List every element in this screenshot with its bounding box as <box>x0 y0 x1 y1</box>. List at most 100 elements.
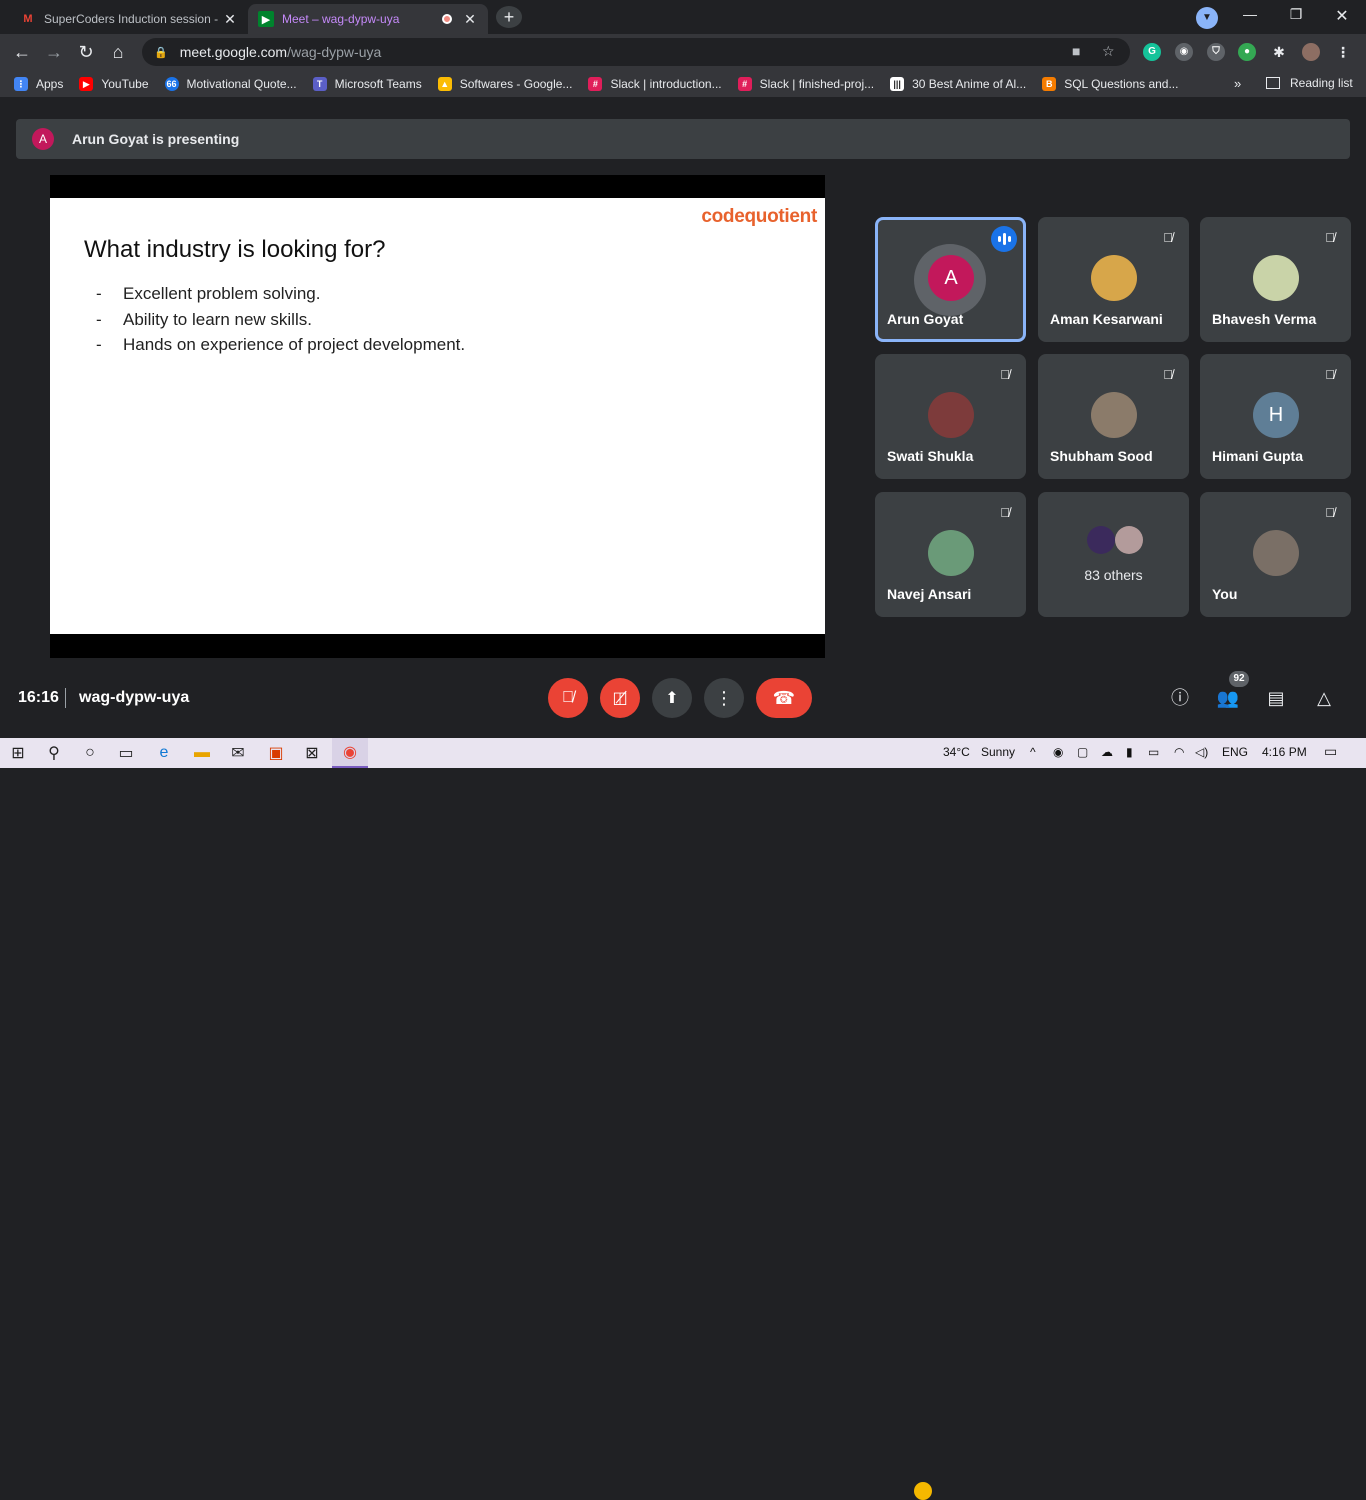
extension-icon[interactable]: ◉ <box>1175 43 1193 61</box>
shield-icon[interactable]: ⛉ <box>1207 43 1225 61</box>
cortana-icon[interactable]: ○ <box>72 738 108 768</box>
mic-toggle-button[interactable]: 🎙̸ <box>548 678 588 718</box>
mic-off-icon: 🎙̸ <box>1163 230 1173 245</box>
mic-off-icon: 🎙̸ <box>1325 367 1335 382</box>
tab-title: SuperCoders Induction session - <box>44 12 219 26</box>
windows-start-icon[interactable]: ⊞ <box>0 738 36 768</box>
show-hidden-icons-icon[interactable]: ^ <box>1030 745 1036 759</box>
avatar <box>1253 255 1299 301</box>
drive-icon: ▲ <box>437 76 452 91</box>
restore-icon[interactable]: ❐ <box>1276 6 1316 23</box>
participant-tile[interactable]: 🎙̸ H Himani Gupta <box>1200 354 1351 479</box>
weather-text[interactable]: Sunny <box>981 745 1015 759</box>
input-language[interactable]: ENG <box>1222 745 1248 759</box>
bookmark-item[interactable]: ▲ Softwares - Google... <box>437 76 572 91</box>
tray-app-icon[interactable]: ▢ <box>1077 745 1088 759</box>
participant-tile[interactable]: 🎙̸ Shubham Sood <box>1038 354 1189 479</box>
participant-tile[interactable]: 🎙̸ Bhavesh Verma <box>1200 217 1351 342</box>
new-tab-button[interactable]: + <box>496 6 522 28</box>
tab-gmail[interactable]: M SuperCoders Induction session - ✕ <box>10 4 248 34</box>
more-bookmarks-button[interactable]: » <box>1234 76 1241 91</box>
mic-off-icon: 🎙̸ <box>562 689 574 706</box>
cloud-icon[interactable]: ☁ <box>1101 745 1113 759</box>
tab-meet[interactable]: ▶ Meet – wag-dypw-uya ✕ <box>248 4 488 34</box>
participant-tile[interactable]: 🎙̸ Navej Ansari <box>875 492 1026 617</box>
bookmark-star-icon[interactable]: ☆ <box>1102 43 1115 60</box>
bookmark-item[interactable]: # Slack | introduction... <box>588 76 722 91</box>
edge-icon[interactable]: e <box>146 738 182 768</box>
home-icon[interactable]: ⌂ <box>106 42 130 63</box>
lock-icon: 🔒 <box>154 46 168 59</box>
mic-icon[interactable]: ▮ <box>1126 745 1133 759</box>
participant-tile[interactable]: 🎙̸ Aman Kesarwani <box>1038 217 1189 342</box>
leave-call-button[interactable]: ☎ <box>756 678 812 718</box>
activities-icon: △ <box>1317 688 1331 708</box>
avatar[interactable] <box>1302 43 1320 61</box>
store-icon[interactable]: ⊠ <box>294 738 330 768</box>
system-clock[interactable]: 4:16 PM <box>1262 745 1307 759</box>
mail-icon[interactable]: ✉ <box>220 738 256 768</box>
quote-icon: 66 <box>164 76 179 91</box>
teams-icon: T <box>312 76 327 91</box>
extension-icon[interactable]: ● <box>1238 43 1256 61</box>
avatar <box>1087 526 1115 554</box>
mic-off-icon: 🎙̸ <box>1325 230 1335 245</box>
mic-off-icon: 🎙̸ <box>1325 505 1335 520</box>
camera-toggle-button[interactable]: ◫̸ <box>600 678 640 718</box>
wifi-icon[interactable]: ◠ <box>1174 745 1184 759</box>
present-button[interactable]: ⬆ <box>652 678 692 718</box>
apps-grid-icon: ⋮ <box>14 76 28 91</box>
address-bar[interactable]: 🔒 meet.google.com/wag-dypw-uya ■ ☆ <box>142 38 1130 66</box>
battery-icon[interactable]: ▭ <box>1148 745 1159 759</box>
chrome-tray-icon[interactable]: ◉ <box>1053 745 1063 759</box>
forward-icon[interactable]: → <box>42 42 66 63</box>
people-button[interactable]: 👥 <box>1216 686 1240 710</box>
reload-icon[interactable]: ↻ <box>74 42 98 63</box>
bookmark-item[interactable]: # Slack | finished-proj... <box>737 76 874 91</box>
meeting-details-button[interactable]: ⓘ <box>1168 686 1192 710</box>
close-icon[interactable]: ✕ <box>462 11 478 28</box>
bookmark-item[interactable]: ||| 30 Best Anime of Al... <box>890 76 1026 91</box>
participant-name: Himani Gupta <box>1212 448 1304 464</box>
grammarly-icon[interactable]: G <box>1143 43 1161 61</box>
chat-button[interactable]: ▤ <box>1264 686 1288 710</box>
avatar: A <box>32 128 54 150</box>
participant-name: You <box>1212 586 1238 602</box>
participant-tile[interactable]: 🎙̸ Swati Shukla <box>875 354 1026 479</box>
participant-tile[interactable]: A Arun Goyat <box>875 217 1026 342</box>
task-view-icon[interactable]: ▭ <box>108 738 144 768</box>
participant-name: Navej Ansari <box>887 586 972 602</box>
others-tile[interactable]: 83 others <box>1038 492 1189 617</box>
tab-search-icon[interactable]: ▼ <box>1196 7 1218 29</box>
notification-icon[interactable]: ▭ <box>1324 743 1337 760</box>
close-window-icon[interactable]: ✕ <box>1322 6 1362 26</box>
participant-name: Swati Shukla <box>887 448 974 464</box>
more-options-button[interactable]: ⋮ <box>704 678 744 718</box>
slide-bullets: - Excellent problem solving. - Ability to … <box>96 284 465 361</box>
puzzle-icon[interactable]: ✱ <box>1270 43 1288 61</box>
bookmark-item[interactable]: 66 Motivational Quote... <box>164 76 297 91</box>
hang-up-icon: ☎ <box>772 687 796 708</box>
volume-icon[interactable]: ◁) <box>1195 745 1208 759</box>
bookmark-item[interactable]: B SQL Questions and... <box>1042 76 1178 91</box>
reading-list-button[interactable]: Reading list <box>1266 76 1353 90</box>
bookmark-item[interactable]: ⋮ Apps <box>14 76 63 91</box>
close-icon[interactable]: ✕ <box>222 11 238 28</box>
chrome-icon[interactable]: ◉ <box>332 738 368 768</box>
recording-icon <box>442 14 452 24</box>
minimize-icon[interactable]: — <box>1230 6 1270 22</box>
search-icon[interactable]: ⚲ <box>36 738 72 768</box>
mic-off-icon: 🎙̸ <box>1000 505 1010 520</box>
file-explorer-icon[interactable]: ▬ <box>184 738 220 768</box>
participant-name: Bhavesh Verma <box>1212 311 1317 327</box>
bookmark-item[interactable]: ▶ YouTube <box>79 76 149 91</box>
activities-button[interactable]: △ <box>1312 686 1336 710</box>
bookmark-item[interactable]: T Microsoft Teams <box>312 76 422 91</box>
camera-icon[interactable]: ■ <box>1072 43 1080 59</box>
back-icon[interactable]: ← <box>10 42 34 63</box>
weather-temp[interactable]: 34°C <box>943 745 970 759</box>
people-icon: 👥 <box>1216 688 1240 708</box>
menu-icon[interactable]: ⋮ <box>1334 43 1352 61</box>
office-icon[interactable]: ▣ <box>258 738 294 768</box>
participant-tile[interactable]: 🎙̸ You <box>1200 492 1351 617</box>
